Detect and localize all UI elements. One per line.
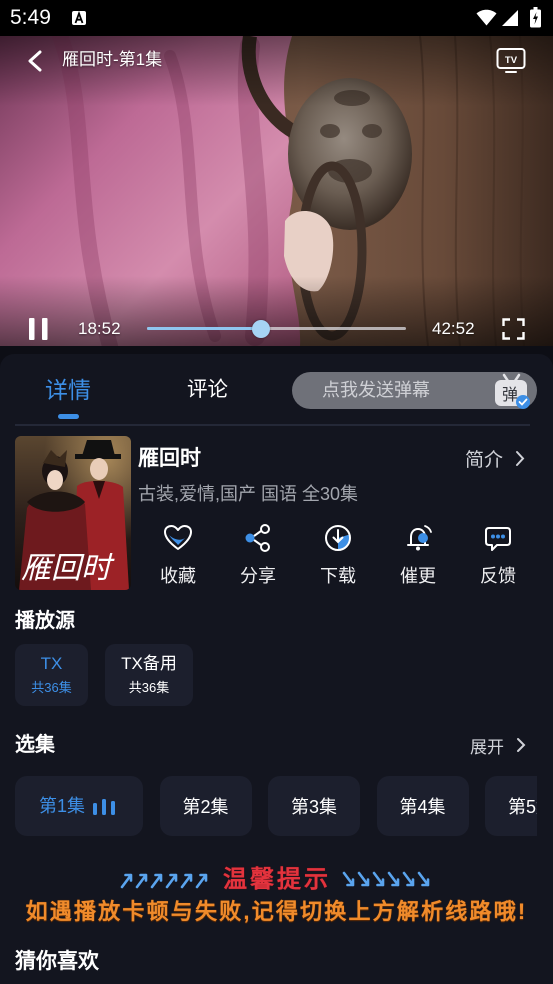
video-player[interactable]: 雁回时-第1集 TV 18:52 42:52 [0, 36, 553, 346]
urge-update-button[interactable]: 催更 [378, 523, 458, 587]
share-button[interactable]: 分享 [218, 523, 298, 587]
source-count: 共36集 [128, 680, 170, 695]
source-name: TX备用 [121, 654, 177, 673]
status-bar: 5:49 [0, 0, 553, 36]
notice-body: 如遇播放卡顿与失败,记得切换上方解析线路哦! [25, 899, 528, 924]
video-frame [0, 36, 553, 346]
progress-bar[interactable] [147, 319, 406, 338]
poster-image: 雁回时 [15, 436, 131, 590]
notice-title: 温馨提示 [223, 866, 331, 893]
show-title: 雁回时 [138, 447, 201, 470]
action-row: 收藏 分享 下载 催更 反馈 [138, 523, 538, 587]
danmaku-toggle-icon[interactable]: 弹 [493, 373, 531, 410]
expand-label: 展开 [470, 737, 504, 757]
tab-details[interactable]: 详情 [45, 376, 91, 404]
urge-update-label: 催更 [400, 566, 436, 586]
tab-active-indicator [58, 414, 79, 419]
feedback-icon [485, 527, 511, 551]
battery-charging-icon [530, 7, 541, 28]
source-name: TX [40, 654, 63, 673]
poster-calligraphy: 雁回时 [21, 551, 115, 586]
chevron-right-icon [516, 450, 525, 466]
progress-fill [147, 327, 261, 330]
pause-icon[interactable] [29, 318, 49, 340]
recommend-heading: 猜你喜欢 [15, 950, 99, 973]
episode-label: 第5集 [507, 797, 537, 817]
episode-label: 第4集 [399, 797, 446, 817]
episode-chip-4[interactable]: 第4集 [376, 776, 469, 836]
feedback-button[interactable]: 反馈 [458, 523, 538, 587]
tv-cast-icon-text: TV [505, 55, 518, 66]
tab-comments[interactable]: 评论 [187, 377, 228, 403]
now-playing-bars-icon [93, 799, 115, 815]
bell-icon [407, 525, 432, 551]
heart-icon [164, 525, 192, 550]
tv-cast-icon[interactable]: TV [496, 47, 526, 75]
episode-label: 第1集 [39, 796, 86, 816]
a-app-notification-icon [72, 11, 86, 25]
intro-label: 简介 [465, 449, 504, 471]
source-count: 共36集 [31, 680, 72, 695]
current-time: 18:52 [78, 319, 121, 338]
episode-label: 第3集 [290, 797, 337, 817]
favorite-button[interactable]: 收藏 [138, 523, 218, 587]
intro-link[interactable]: 简介 [465, 445, 525, 471]
episode-list[interactable]: 第1集 第2集 第3集 第4集 第5集 [15, 776, 537, 836]
source-chip-tx-backup[interactable]: TX备用 共36集 [105, 644, 193, 706]
danmaku-input[interactable]: 点我发送弹幕 弹 [292, 372, 537, 409]
show-poster[interactable]: 雁回时 [15, 436, 131, 590]
signal-icon [502, 10, 518, 26]
back-icon[interactable] [27, 50, 43, 72]
duration: 42:52 [432, 319, 475, 338]
danmaku-icon-text: 弹 [502, 386, 518, 404]
episode-chip-3[interactable]: 第3集 [268, 776, 360, 836]
fullscreen-icon[interactable] [502, 318, 525, 340]
divider [15, 424, 530, 426]
download-button[interactable]: 下载 [298, 523, 378, 587]
episode-chip-1[interactable]: 第1集 [15, 776, 143, 836]
share-label: 分享 [240, 566, 276, 586]
show-meta: 古装,爱情,国产 国语 全30集 [138, 484, 359, 504]
favorite-label: 收藏 [160, 566, 196, 586]
episode-chip-5[interactable]: 第5集 [485, 776, 537, 836]
status-time: 5:49 [10, 6, 51, 29]
feedback-label: 反馈 [480, 566, 516, 586]
arrows-up-right-icon [120, 873, 208, 889]
episode-label: 第2集 [182, 797, 229, 817]
expand-episodes-button[interactable]: 展开 [470, 734, 526, 757]
episode-chip-2[interactable]: 第2集 [159, 776, 252, 836]
progress-knob[interactable] [251, 319, 270, 338]
arrows-down-right-icon [342, 871, 430, 887]
share-icon [245, 524, 270, 552]
wifi-icon [476, 9, 497, 26]
source-chip-tx[interactable]: TX 共36集 [15, 644, 88, 706]
video-title: 雁回时-第1集 [62, 50, 163, 69]
danmaku-placeholder: 点我发送弹幕 [322, 380, 430, 400]
episodes-heading: 选集 [15, 734, 55, 756]
chevron-right-icon [517, 738, 526, 752]
download-label: 下载 [320, 566, 356, 586]
download-icon [325, 525, 351, 551]
sources-heading: 播放源 [15, 610, 75, 632]
